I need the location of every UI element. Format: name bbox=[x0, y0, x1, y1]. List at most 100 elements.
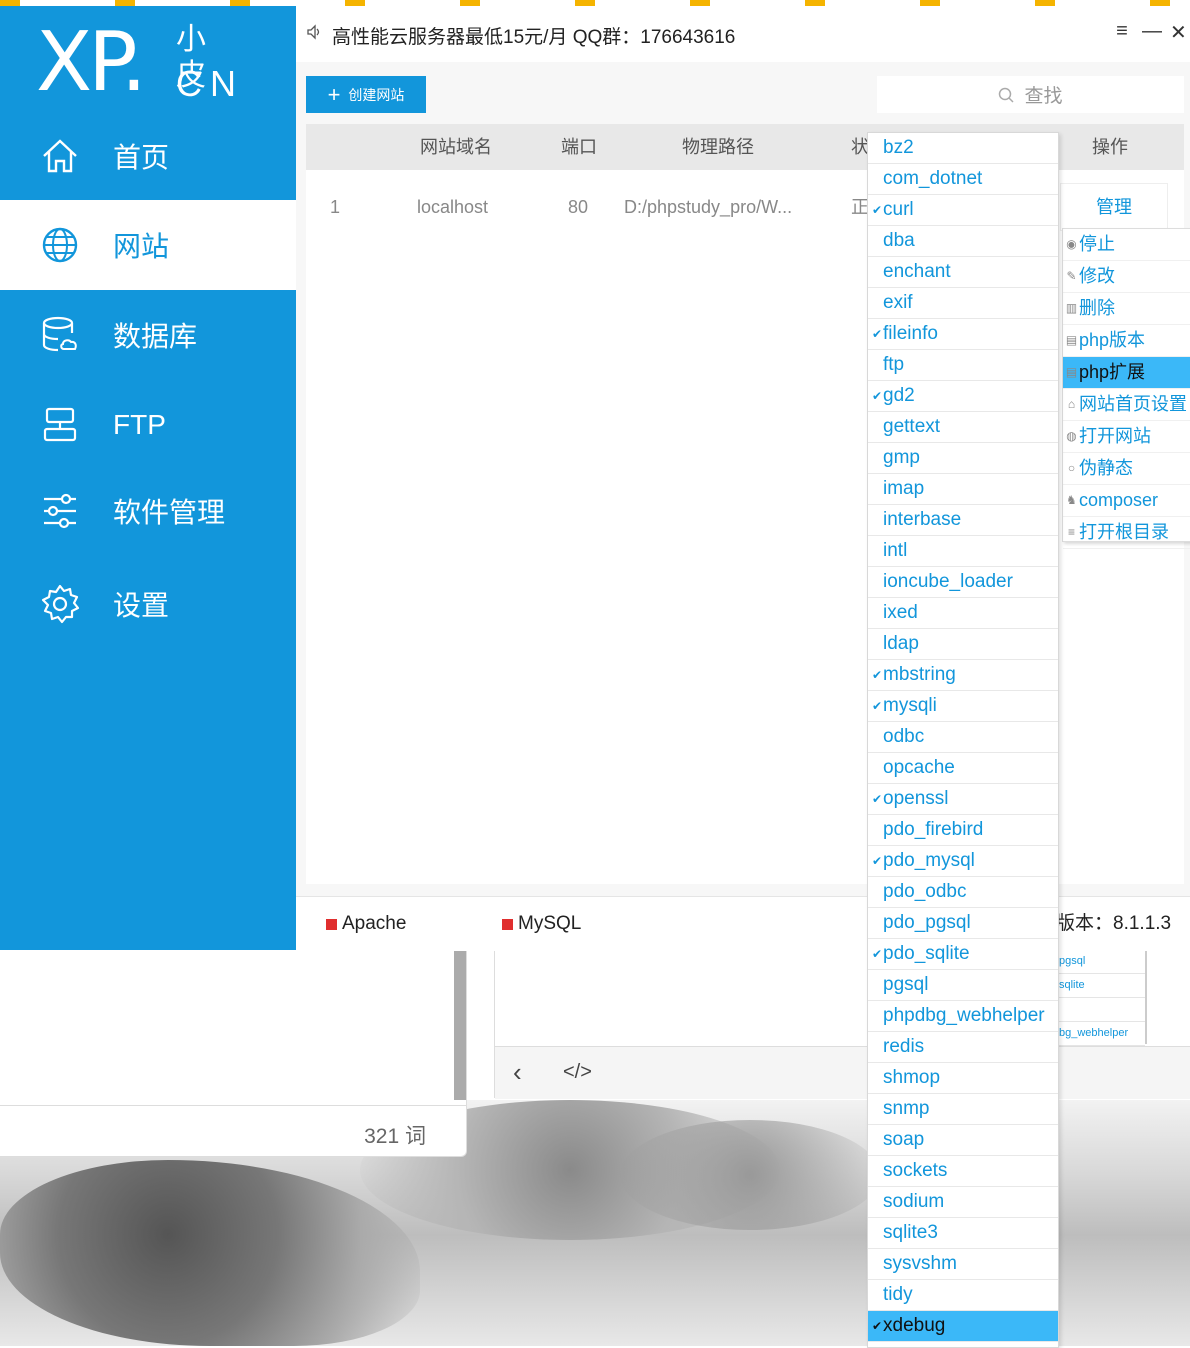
extension-item-pdo-firebird[interactable]: pdo_firebird bbox=[868, 815, 1058, 846]
extension-label: pdo_firebird bbox=[883, 819, 984, 840]
extension-item-enchant[interactable]: enchant bbox=[868, 257, 1058, 288]
extension-item-sockets[interactable]: sockets bbox=[868, 1156, 1058, 1187]
column-port: 端口 bbox=[561, 137, 597, 157]
extension-item-odbc[interactable]: odbc bbox=[868, 722, 1058, 753]
extension-item-mysqli[interactable]: ✔ mysqli bbox=[868, 691, 1058, 722]
row-port: 80 bbox=[568, 197, 589, 217]
extension-item-bz2[interactable]: bz2 bbox=[868, 133, 1058, 164]
menu-item-open-website[interactable]: ◍ 打开网站 bbox=[1063, 421, 1190, 453]
extension-item-gettext[interactable]: gettext bbox=[868, 412, 1058, 443]
extension-label: pdo_odbc bbox=[883, 881, 967, 902]
extension-label: pdo_sqlite bbox=[883, 943, 970, 964]
row-index: 1 bbox=[330, 197, 341, 217]
sidebar-item-settings[interactable]: 设置 bbox=[0, 559, 296, 649]
extension-label: pdo_pgsql bbox=[883, 912, 971, 933]
checkmark-icon: ✔ bbox=[872, 854, 883, 868]
extension-item-ixed[interactable]: ixed bbox=[868, 598, 1058, 629]
row-path: D:/phpstudy_pro/W... bbox=[624, 197, 793, 217]
extension-item-gd2[interactable]: ✔ gd2 bbox=[868, 381, 1058, 412]
extension-item-pdo-odbc[interactable]: pdo_odbc bbox=[868, 877, 1058, 908]
extension-item-fileinfo[interactable]: ✔ fileinfo bbox=[868, 319, 1058, 350]
sidebar-item-software[interactable]: 软件管理 bbox=[0, 466, 296, 556]
extension-item-curl[interactable]: ✔ curl bbox=[868, 195, 1058, 226]
menu-item-rewrite[interactable]: ○ 伪静态 bbox=[1063, 453, 1190, 485]
edit-icon: ✎ bbox=[1066, 269, 1077, 283]
extension-item-mbstring[interactable]: ✔ mbstring bbox=[868, 660, 1058, 691]
extension-item-sodium[interactable]: sodium bbox=[868, 1187, 1058, 1218]
extension-label: gmp bbox=[883, 447, 920, 468]
extension-item-shmop[interactable]: shmop bbox=[868, 1063, 1058, 1094]
minimize-button[interactable]: — bbox=[1142, 20, 1162, 45]
globe-icon: ◍ bbox=[1066, 429, 1077, 443]
announcement-text[interactable]: 高性能云服务器最低15元/月 QQ群：176643616 bbox=[332, 22, 735, 49]
extension-item-interbase[interactable]: interbase bbox=[868, 505, 1058, 536]
extension-item-gmp[interactable]: gmp bbox=[868, 443, 1058, 474]
php-extension-list: bz2 com_dotnet ✔ curl dba enchant exif ✔ fileinf… bbox=[867, 132, 1059, 1348]
column-path: 物理路径 bbox=[682, 137, 754, 157]
extension-item-sysvshm[interactable]: sysvshm bbox=[868, 1249, 1058, 1280]
extension-label: interbase bbox=[883, 509, 962, 530]
extension-item-dba[interactable]: dba bbox=[868, 226, 1058, 257]
manage-button[interactable]: 管理 bbox=[1060, 183, 1168, 231]
sidebar-item-ftp[interactable]: FTP bbox=[0, 380, 296, 470]
menu-item-delete[interactable]: ▥ 删除 bbox=[1063, 293, 1190, 325]
php-extension-icon: ▤ bbox=[1065, 365, 1078, 379]
code-icon[interactable]: </> bbox=[563, 1061, 592, 1084]
extension-label: intl bbox=[883, 540, 908, 561]
extension-label: opcache bbox=[883, 757, 955, 778]
menu-icon[interactable]: ≡ bbox=[1114, 20, 1130, 45]
sidebar-item-website[interactable]: 网站 bbox=[0, 200, 296, 290]
stopped-indicator-icon bbox=[326, 918, 337, 930]
sidebar-item-home[interactable]: 首页 bbox=[0, 111, 296, 201]
extension-item-soap[interactable]: soap bbox=[868, 1125, 1058, 1156]
extension-item-openssl[interactable]: ✔ openssl bbox=[868, 784, 1058, 815]
stop-icon: ◉ bbox=[1066, 237, 1077, 251]
list-item: sqlite bbox=[1057, 974, 1145, 998]
extension-item-sqlite3[interactable]: sqlite3 bbox=[868, 1218, 1058, 1249]
extension-item-redis[interactable]: redis bbox=[868, 1032, 1058, 1063]
extension-item-pdo-pgsql[interactable]: pdo_pgsql bbox=[868, 908, 1058, 939]
menu-item-stop[interactable]: ◉ 停止 bbox=[1063, 229, 1190, 261]
extension-item-phpdbg-webhelper[interactable]: phpdbg_webhelper bbox=[868, 1001, 1058, 1032]
devtools-bar: ‹ </> bbox=[495, 1046, 1190, 1099]
menu-item-homepage-settings[interactable]: ⌂ 网站首页设置 bbox=[1063, 389, 1190, 421]
background-editor-window: 321 词 bbox=[0, 950, 467, 1157]
extension-item-intl[interactable]: intl bbox=[868, 536, 1058, 567]
scrollbar[interactable] bbox=[454, 950, 466, 1100]
sidebar-item-database[interactable]: 数据库 bbox=[0, 290, 296, 380]
create-website-button[interactable]: + 创建网站 bbox=[306, 76, 426, 113]
menu-item-php-extension[interactable]: ▤ php扩展 bbox=[1063, 357, 1190, 389]
extension-item-xdebug[interactable]: ✔ xdebug bbox=[868, 1311, 1058, 1342]
menu-item-open-root[interactable]: ≡ 打开根目录 bbox=[1063, 517, 1190, 549]
extension-item-imap[interactable]: imap bbox=[868, 474, 1058, 505]
extension-label: com_dotnet bbox=[883, 168, 983, 189]
menu-item-edit[interactable]: ✎ 修改 bbox=[1063, 261, 1190, 293]
list-item: pgsql bbox=[1057, 950, 1145, 974]
extension-item-com-dotnet[interactable]: com_dotnet bbox=[868, 164, 1058, 195]
extension-item-ftp[interactable]: ftp bbox=[868, 350, 1058, 381]
extension-item-tidy[interactable]: tidy bbox=[868, 1280, 1058, 1311]
service-apache[interactable]: Apache bbox=[326, 897, 406, 951]
extension-item-snmp[interactable]: snmp bbox=[868, 1094, 1058, 1125]
extension-label: xdebug bbox=[883, 1315, 946, 1336]
extension-item-exif[interactable]: exif bbox=[868, 288, 1058, 319]
service-mysql[interactable]: MySQL bbox=[502, 897, 581, 951]
extension-item-pgsql[interactable]: pgsql bbox=[868, 970, 1058, 1001]
extension-item-pdo-mysql[interactable]: ✔ pdo_mysql bbox=[868, 846, 1058, 877]
close-button[interactable]: ✕ bbox=[1170, 20, 1187, 45]
extension-item-pdo-sqlite[interactable]: ✔ pdo_sqlite bbox=[868, 939, 1058, 970]
extension-item-ioncube-loader[interactable]: ioncube_loader bbox=[868, 567, 1058, 598]
extension-label: exif bbox=[883, 292, 913, 313]
menu-item-composer[interactable]: ♞ composer bbox=[1063, 485, 1190, 517]
extension-label: ftp bbox=[883, 354, 905, 375]
back-arrow-icon[interactable]: ‹ bbox=[513, 1057, 522, 1088]
extension-label: shmop bbox=[883, 1067, 941, 1088]
extension-item-opcache[interactable]: opcache bbox=[868, 753, 1058, 784]
extension-label: mbstring bbox=[883, 664, 956, 685]
gear-icon bbox=[41, 584, 80, 624]
checkmark-icon: ✔ bbox=[872, 792, 883, 806]
menu-item-php-version[interactable]: ▤ php版本 bbox=[1063, 325, 1190, 357]
search-icon bbox=[999, 87, 1015, 103]
search-input[interactable]: 查找 bbox=[877, 76, 1184, 113]
extension-item-ldap[interactable]: ldap bbox=[868, 629, 1058, 660]
